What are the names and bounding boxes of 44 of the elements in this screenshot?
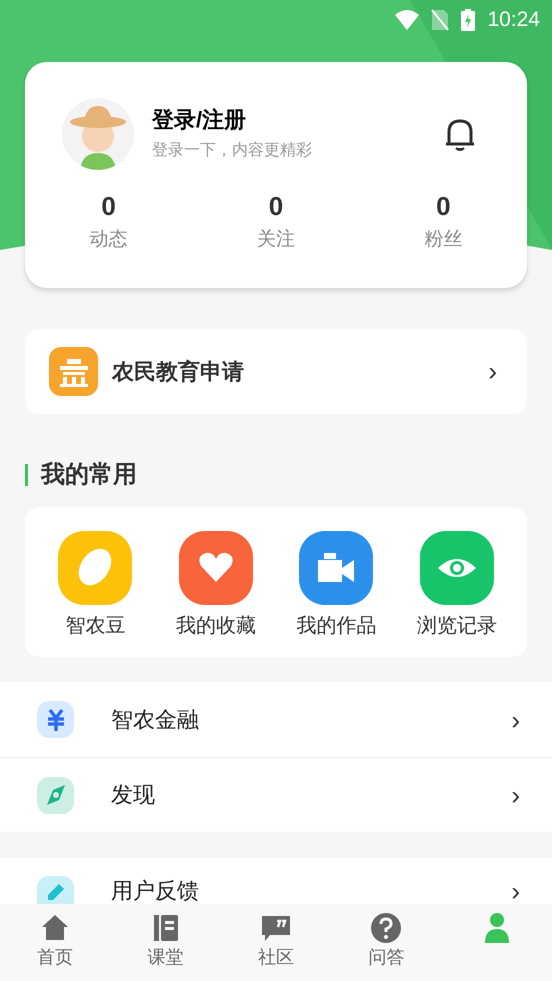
stat-value: 0 — [101, 190, 116, 222]
tab[interactable]: 首页 — [0, 904, 110, 981]
tab[interactable]: 课堂 — [110, 904, 221, 981]
stat-value: 0 — [268, 190, 284, 222]
stall-icon — [49, 347, 98, 396]
stat-label[interactable]: 关注 — [256, 226, 295, 254]
chevron-icon: › — [511, 876, 520, 905]
yen-icon — [37, 701, 74, 738]
battery-icon — [461, 9, 476, 31]
shortcut-label[interactable]: 我的作品 — [296, 611, 376, 641]
wifi-icon — [395, 10, 420, 30]
stat-label[interactable]: 粉丝 — [424, 226, 462, 254]
chevron-icon: › — [488, 352, 497, 391]
tab[interactable]: 社区 — [220, 904, 332, 981]
menu-item[interactable]: 智农金融 › — [0, 682, 552, 757]
shortcut-label[interactable]: 我的收藏 — [176, 611, 256, 641]
education-label: 农民教育申请 — [112, 358, 245, 386]
menu-label: 用户反馈 — [111, 877, 200, 905]
menu-label: 智农金融 — [111, 706, 200, 734]
no-sim-icon — [431, 9, 450, 31]
bean-icon[interactable] — [58, 531, 132, 605]
menu-label: 发现 — [111, 781, 156, 809]
shortcut-label[interactable]: 浏览记录 — [416, 611, 497, 641]
chevron-icon: › — [511, 704, 520, 734]
tab[interactable]: 问答 — [331, 904, 442, 981]
status-time: 10:24 — [487, 7, 540, 34]
education-apply-item[interactable]: 农民教育申请 › — [25, 329, 527, 414]
compass-icon — [37, 776, 74, 814]
shortcut-label[interactable]: 智农豆 — [65, 611, 126, 641]
video-camera-icon[interactable] — [299, 531, 374, 605]
bell-icon[interactable] — [445, 117, 475, 151]
stat-value: 0 — [436, 190, 451, 222]
login-title[interactable]: 登录/注册 — [152, 105, 445, 135]
eye-icon[interactable] — [420, 531, 494, 605]
heart-icon[interactable] — [178, 531, 253, 605]
menu-item[interactable]: 发现 › — [0, 757, 552, 832]
accent-bar — [25, 464, 28, 486]
chevron-icon: › — [511, 780, 520, 810]
section-title: 我的常用 — [41, 460, 137, 490]
help-icon — [370, 912, 402, 944]
pencil-icon — [37, 876, 74, 905]
stat-label[interactable]: 动态 — [90, 226, 128, 254]
menu-item[interactable]: 用户反馈 › — [0, 858, 552, 905]
login-subtitle: 登录一下，内容更精彩 — [152, 140, 313, 161]
